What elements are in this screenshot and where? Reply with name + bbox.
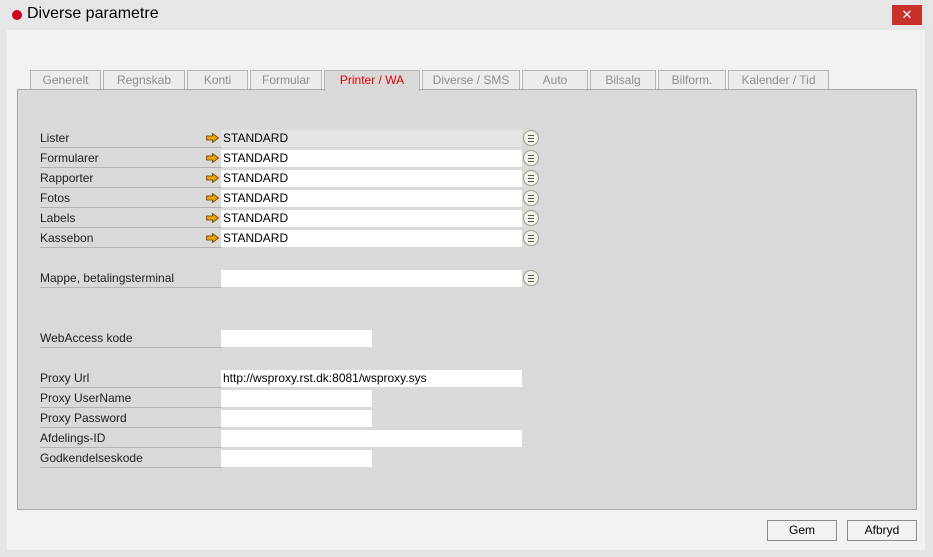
printer-formularer-field[interactable]: STANDARD: [221, 150, 522, 167]
tab-label: Konti: [203, 73, 232, 87]
arrow-right-icon: [206, 133, 219, 143]
save-button[interactable]: Gem: [767, 520, 837, 541]
tab-generelt[interactable]: Generelt: [30, 70, 101, 90]
tab-printer-wa[interactable]: Printer / WA: [324, 70, 420, 91]
tab-konti[interactable]: Konti: [187, 70, 248, 90]
tab-bilsalg[interactable]: Bilsalg: [590, 70, 656, 90]
browse-list-icon[interactable]: [523, 130, 539, 146]
label-afdelings-id: Afdelings-ID: [40, 430, 222, 448]
label-proxy-username: Proxy UserName: [40, 390, 222, 408]
tab-regnskab[interactable]: Regnskab: [103, 70, 185, 90]
printer-labels-field[interactable]: STANDARD: [221, 210, 522, 227]
tab-bilform[interactable]: Bilform.: [658, 70, 726, 90]
label-rapporter: Rapporter: [40, 170, 222, 188]
cancel-button[interactable]: Afbryd: [847, 520, 917, 541]
tab-label: Kalender / Tid: [741, 73, 816, 87]
tab-label: Formular: [261, 73, 310, 87]
proxy-username-field[interactable]: [221, 390, 372, 407]
tab-label: Generelt: [42, 73, 89, 87]
title-bar: Diverse parametre ✕: [0, 0, 933, 30]
arrow-right-icon: [206, 193, 219, 203]
terminal-folder-field[interactable]: [221, 270, 522, 287]
tab-label: Regnskab: [116, 73, 172, 87]
tab-formular[interactable]: Formular: [250, 70, 322, 90]
label-terminal-folder: Mappe, betalingsterminal: [40, 270, 222, 288]
label-proxy-url: Proxy Url: [40, 370, 222, 388]
tab-kalender-tid[interactable]: Kalender / Tid: [728, 70, 829, 90]
window-title: Diverse parametre: [27, 5, 159, 22]
close-icon: ✕: [901, 7, 913, 22]
label-formularer: Formularer: [40, 150, 222, 168]
label-kassebon: Kassebon: [40, 230, 222, 248]
godkendelseskode-field[interactable]: [221, 450, 372, 467]
label-webaccess: WebAccess kode: [40, 330, 222, 348]
browse-list-icon[interactable]: [523, 170, 539, 186]
browse-list-icon[interactable]: [523, 270, 539, 286]
tab-label: Printer / WA: [339, 73, 405, 87]
tab-label: Auto: [542, 73, 568, 87]
label-lister: Lister: [40, 130, 222, 148]
browse-list-icon[interactable]: [523, 150, 539, 166]
arrow-right-icon: [206, 213, 219, 223]
arrow-right-icon: [206, 233, 219, 243]
printer-fotos-field[interactable]: STANDARD: [221, 190, 522, 207]
label-godkendelseskode: Godkendelseskode: [40, 450, 222, 468]
afdelings-id-field[interactable]: [221, 430, 522, 447]
webaccess-code-field[interactable]: [221, 330, 372, 347]
tab-diverse-sms[interactable]: Diverse / SMS: [422, 70, 520, 90]
browse-list-icon[interactable]: [523, 190, 539, 206]
browse-list-icon[interactable]: [523, 230, 539, 246]
printer-rapporter-field[interactable]: STANDARD: [221, 170, 522, 187]
label-proxy-password: Proxy Password: [40, 410, 222, 428]
label-fotos: Fotos: [40, 190, 222, 208]
close-button[interactable]: ✕: [892, 5, 922, 25]
proxy-url-field[interactable]: http://wsproxy.rst.dk:8081/wsproxy.sys: [221, 370, 522, 387]
tab-label: Diverse / SMS: [432, 73, 510, 87]
printer-lister-field[interactable]: STANDARD: [221, 130, 522, 147]
printer-kassebon-field[interactable]: STANDARD: [221, 230, 522, 247]
app-icon: [12, 10, 22, 20]
arrow-right-icon: [206, 153, 219, 163]
arrow-right-icon: [206, 173, 219, 183]
tab-label: Bilsalg: [605, 73, 641, 87]
label-labels: Labels: [40, 210, 222, 228]
tab-label: Bilform.: [671, 73, 713, 87]
tab-auto[interactable]: Auto: [522, 70, 588, 90]
browse-list-icon[interactable]: [523, 210, 539, 226]
proxy-password-field[interactable]: [221, 410, 372, 427]
